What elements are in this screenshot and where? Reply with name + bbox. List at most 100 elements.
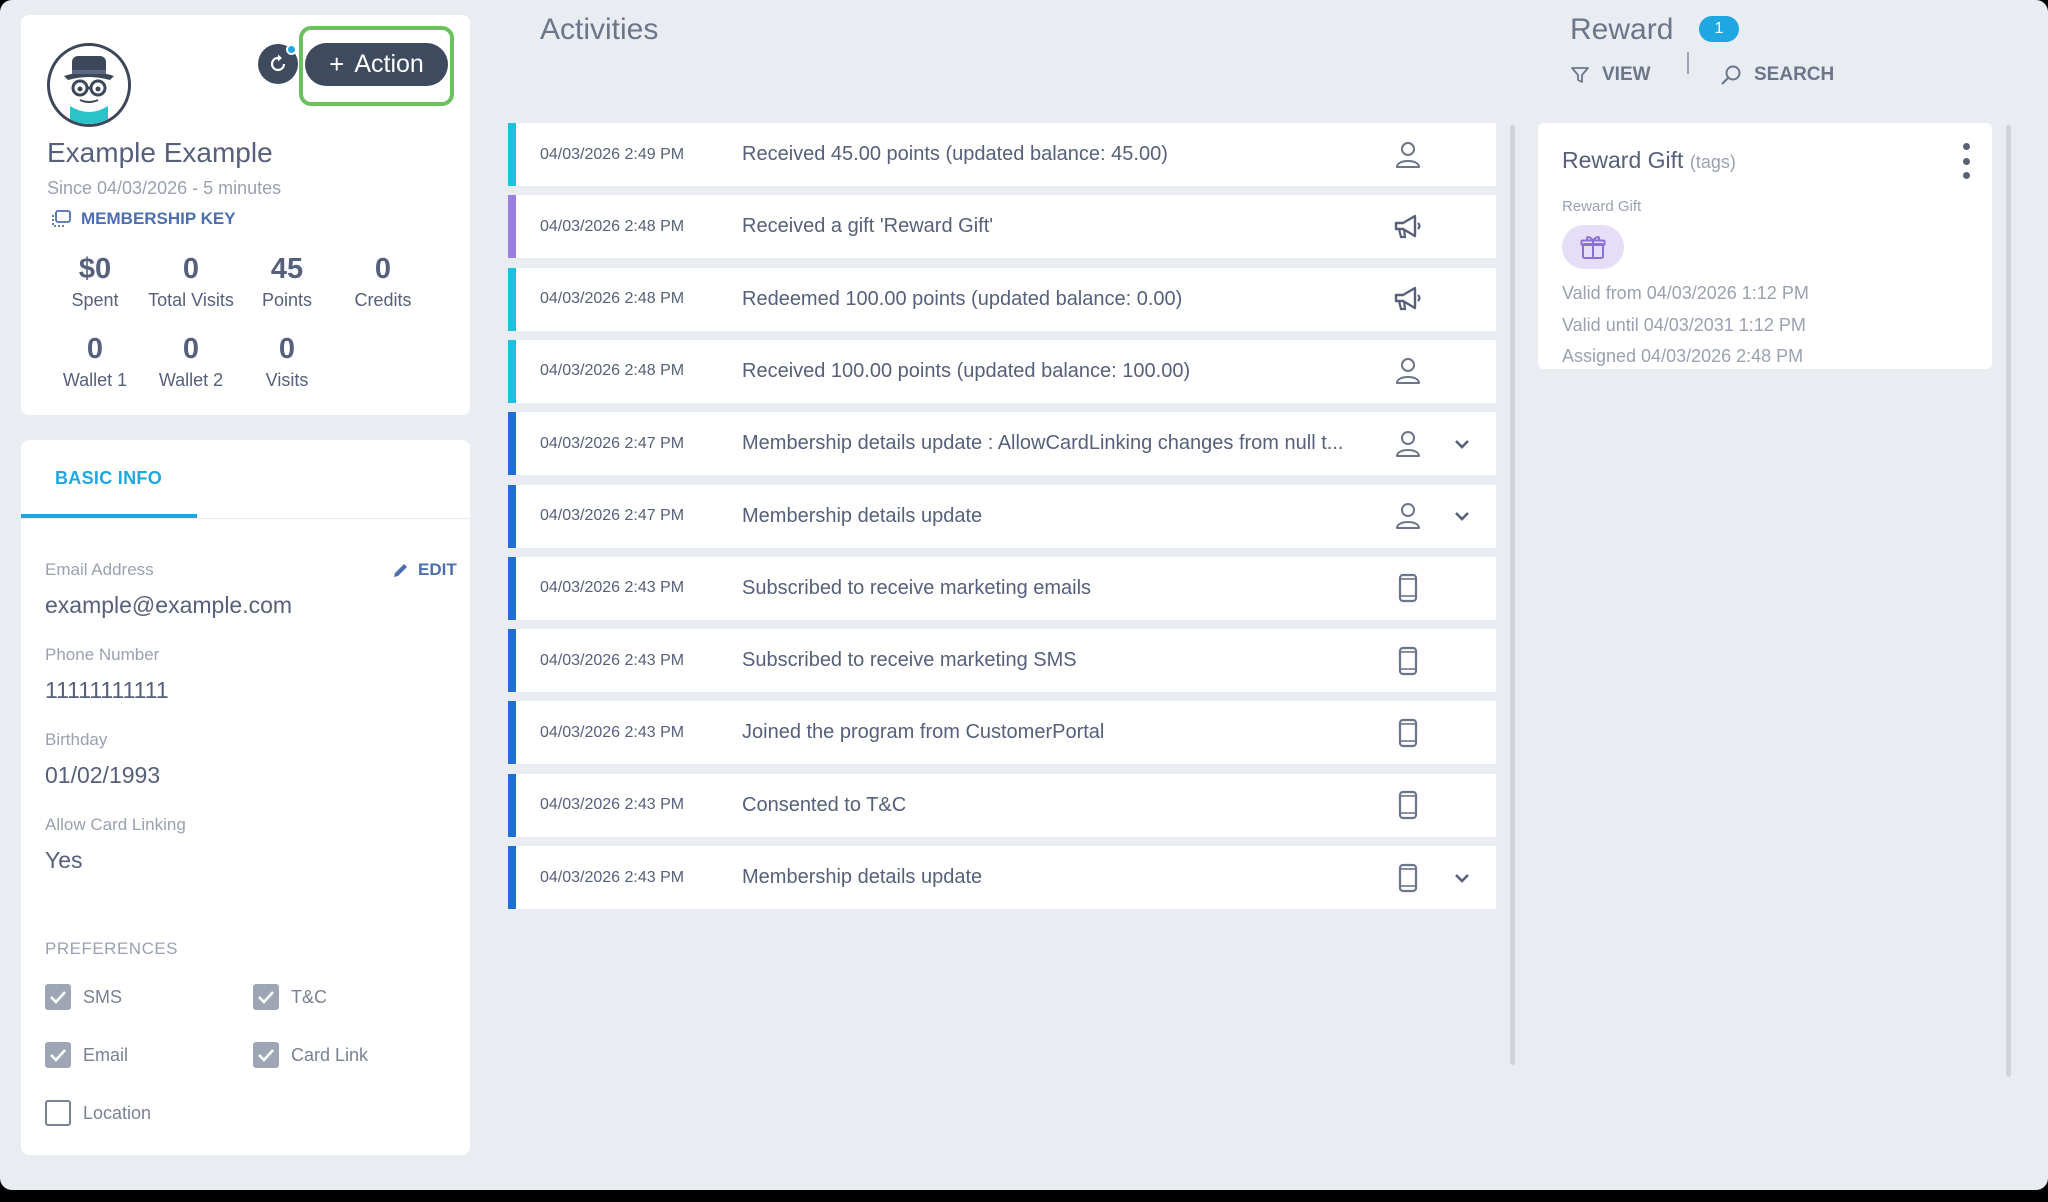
- activities-title: Activities: [540, 13, 659, 46]
- activity-date: 04/03/2026 2:49 PM: [540, 145, 685, 163]
- birthday-label: Birthday: [45, 730, 108, 749]
- phone-value: 11111111111: [45, 677, 169, 703]
- checkbox-checked[interactable]: [45, 1042, 71, 1068]
- view-label: VIEW: [1602, 64, 1651, 85]
- refresh-icon: [270, 54, 286, 72]
- membership-key-label: MEMBERSHIP KEY: [81, 209, 236, 228]
- toolbar-divider: [1687, 52, 1689, 74]
- person-icon: [1392, 355, 1424, 387]
- person-icon: [1392, 428, 1424, 460]
- check-icon: [258, 991, 274, 1004]
- checkbox-checked[interactable]: [253, 984, 279, 1010]
- activity-color-bar: [508, 773, 516, 837]
- activity-date: 04/03/2026 2:47 PM: [540, 507, 685, 524]
- activity-text: Membership details update: [742, 504, 983, 527]
- activity-color-bar: [508, 701, 516, 765]
- reward-card[interactable]: Reward Gift (tags) Reward Gift Valid fro…: [1538, 123, 1992, 369]
- filter-icon: [1571, 67, 1589, 83]
- chevron-down-icon[interactable]: [1451, 433, 1473, 455]
- activity-row[interactable]: 04/03/2026 2:48 PM Received a gift 'Rewar…: [508, 195, 1496, 259]
- activity-row[interactable]: 04/03/2026 2:43 PM Joined the program fro…: [508, 701, 1496, 765]
- birthday-value: 01/02/1993: [45, 762, 161, 788]
- reward-scrollbar[interactable]: [2006, 125, 2011, 1077]
- card-linking-label: Allow Card Linking: [45, 815, 186, 834]
- pref-label: Card Link: [291, 1044, 369, 1065]
- activity-color-bar: [508, 339, 516, 403]
- checkbox-unchecked[interactable]: [45, 1100, 71, 1126]
- mobile-icon: [1392, 717, 1424, 749]
- activities-scrollbar[interactable]: [1510, 125, 1515, 1065]
- activity-color-bar: [508, 267, 516, 331]
- edit-button[interactable]: EDIT: [392, 560, 457, 580]
- email-value: example@example.com: [45, 592, 293, 618]
- reward-name: Reward Gift: [1562, 147, 1684, 173]
- activity-date: 04/03/2026 2:43 PM: [540, 868, 685, 886]
- activity-date: 04/03/2026 2:47 PM: [540, 434, 685, 452]
- activity-date: 04/03/2026 2:48 PM: [540, 290, 685, 308]
- activity-row[interactable]: 04/03/2026 2:47 PM Membership details upd…: [508, 412, 1496, 476]
- activity-text: Received a gift 'Reward Gift': [742, 215, 994, 238]
- mobile-icon: [1392, 862, 1424, 894]
- search-button[interactable]: SEARCH: [1720, 64, 1834, 86]
- card-linking-value: Yes: [45, 847, 83, 873]
- gift-icon: [1562, 225, 1624, 269]
- action-button[interactable]: + Action: [305, 43, 448, 86]
- tab-basic-info[interactable]: BASIC INFO: [55, 468, 162, 489]
- reward-card-title: Reward Gift (tags): [1562, 147, 1736, 174]
- activity-row[interactable]: 04/03/2026 2:48 PM Redeemed 100.00 points…: [508, 267, 1496, 331]
- member-since: Since 04/03/2026 - 5 minutes: [47, 178, 282, 198]
- activity-row[interactable]: 04/03/2026 2:48 PM Received 100.00 points…: [508, 339, 1496, 403]
- member-name: Example Example: [47, 137, 273, 168]
- pref-tc[interactable]: T&C: [253, 984, 327, 1010]
- pref-label: T&C: [291, 986, 327, 1007]
- activity-date: 04/03/2026 2:48 PM: [540, 217, 685, 235]
- edit-label: EDIT: [418, 560, 457, 579]
- reward-tags: (tags): [1689, 152, 1736, 172]
- stat-value: 0: [278, 333, 296, 365]
- activity-row[interactable]: 04/03/2026 2:43 PM Subscribed to receive …: [508, 629, 1496, 693]
- activity-color-bar: [508, 846, 516, 909]
- pref-location[interactable]: Location: [45, 1100, 151, 1126]
- activity-text: Redeemed 100.00 points (updated balance:…: [742, 287, 1183, 310]
- activity-text: Membership details update : AllowCardLin…: [742, 432, 1344, 455]
- checkbox-checked[interactable]: [45, 984, 71, 1010]
- activity-text: Subscribed to receive marketing SMS: [742, 649, 1077, 672]
- activity-text: Received 45.00 points (updated balance: …: [742, 143, 1168, 165]
- basic-info-card: BASIC INFO EDIT Email Address example@ex…: [21, 440, 470, 1155]
- pref-label: SMS: [83, 986, 123, 1007]
- preferences-title: PREFERENCES: [45, 939, 179, 958]
- reward-subtitle: Reward Gift: [1562, 198, 1642, 215]
- check-icon: [258, 1049, 274, 1062]
- reward-title: Reward: [1570, 13, 1674, 46]
- activity-date: 04/03/2026 2:43 PM: [540, 651, 685, 669]
- membership-key-link[interactable]: MEMBERSHIP KEY: [51, 209, 236, 229]
- activity-row[interactable]: 04/03/2026 2:43 PM Membership details upd…: [508, 846, 1496, 909]
- view-filter-button[interactable]: VIEW: [1570, 64, 1651, 86]
- activity-row[interactable]: 04/03/2026 2:49 PM Received 45.00 points …: [508, 123, 1496, 186]
- pref-label: Location: [83, 1102, 152, 1123]
- activity-color-bar: [508, 629, 516, 693]
- activity-row[interactable]: 04/03/2026 2:47 PM Membership details upd…: [508, 484, 1496, 548]
- activity-color-bar: [508, 484, 516, 548]
- checkbox-checked[interactable]: [253, 1042, 279, 1068]
- stat-credits: 0 Credits: [323, 253, 443, 311]
- pref-email[interactable]: Email: [45, 1042, 128, 1068]
- activity-color-bar: [508, 123, 516, 186]
- activity-date: 04/03/2026 2:43 PM: [540, 723, 685, 741]
- chevron-down-icon[interactable]: [1451, 505, 1473, 527]
- person-icon: [1392, 139, 1424, 171]
- activity-text: Joined the program from CustomerPortal: [742, 721, 1105, 744]
- stat-value: 0: [374, 253, 392, 285]
- activity-date: 04/03/2026 2:43 PM: [540, 796, 685, 814]
- app-window: + Action Example Example Since 04/03/202…: [0, 0, 2048, 1190]
- pref-sms[interactable]: SMS: [45, 984, 122, 1010]
- more-menu-icon[interactable]: [1958, 143, 1974, 179]
- chevron-down-icon[interactable]: [1451, 867, 1473, 889]
- pref-card-link[interactable]: Card Link: [253, 1042, 368, 1068]
- stat-label: Visits: [265, 370, 309, 390]
- notification-dot: [286, 44, 297, 55]
- check-icon: [50, 1049, 66, 1062]
- megaphone-icon: [1392, 211, 1424, 243]
- activity-row[interactable]: 04/03/2026 2:43 PM Consented to T&C: [508, 773, 1496, 837]
- activity-row[interactable]: 04/03/2026 2:43 PM Subscribed to receive …: [508, 556, 1496, 620]
